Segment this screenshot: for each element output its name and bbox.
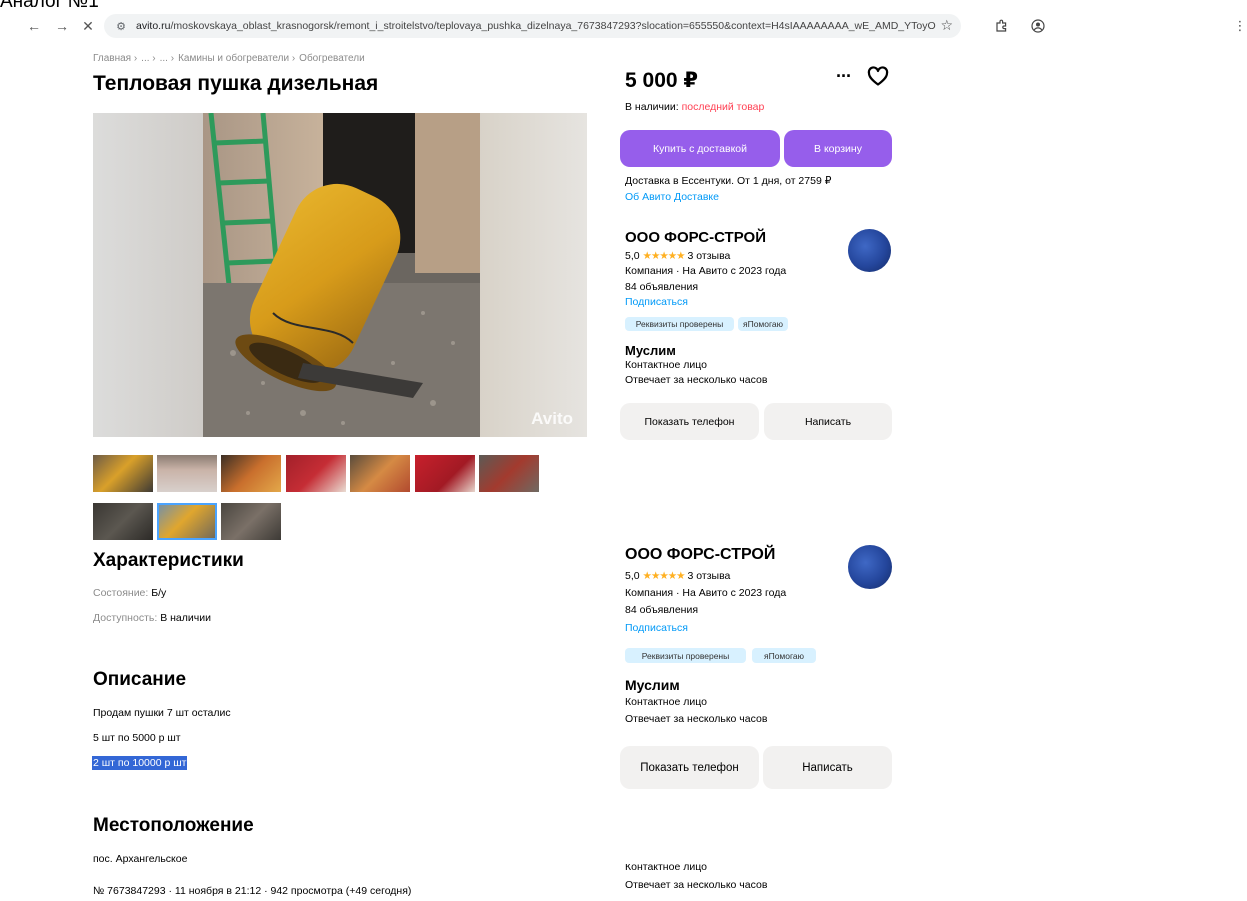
thumbnail[interactable] <box>286 455 346 492</box>
main-photo[interactable]: Avito <box>93 113 587 437</box>
characteristics-heading: Характеристики <box>93 550 244 571</box>
location-heading: Местоположение <box>93 815 254 836</box>
contact-role: Контактное лицо <box>625 696 707 708</box>
seller-avatar[interactable] <box>848 545 892 589</box>
contact-role: Контактное лицо <box>625 359 707 371</box>
site-settings-icon[interactable]: ⚙ <box>110 18 132 34</box>
write-message-button[interactable]: Написать <box>764 403 892 440</box>
url-text[interactable]: avito.ru/moskovskaya_oblast_krasnogorsk/… <box>136 20 936 32</box>
thumbnail[interactable] <box>479 455 539 492</box>
seller-avatar[interactable] <box>848 229 891 272</box>
breadcrumb-item[interactable]: Главная › <box>93 53 137 64</box>
response-time: Отвечает за несколько часов <box>625 374 768 386</box>
thumbnail[interactable] <box>415 455 475 492</box>
reviews-link[interactable]: 3 отзыва <box>688 570 731 582</box>
close-icon[interactable]: ✕ <box>76 12 100 40</box>
arrow-right-icon[interactable]: → <box>50 12 74 40</box>
seller-name[interactable]: ООО ФОРС-СТРОЙ <box>625 229 766 246</box>
help-badge: яПомогаю <box>738 317 788 331</box>
bookmark-star-icon[interactable]: ☆ <box>940 17 953 34</box>
thumbnail-selected[interactable] <box>157 503 217 540</box>
show-phone-button[interactable]: Показать телефон <box>620 403 759 440</box>
rating-stars-icon: ★★★★★ <box>642 250 686 262</box>
rating-value: 5,0 <box>625 250 640 262</box>
characteristic-condition: Состояние: Б/у <box>93 587 166 599</box>
arrow-left-icon[interactable]: ← <box>22 12 46 40</box>
seller-ads-count[interactable]: 84 объявления <box>625 281 698 293</box>
rating-value: 5,0 <box>625 570 640 582</box>
breadcrumb-item[interactable]: ... › <box>160 53 174 64</box>
description-line-selected: 2 шт по 10000 р шт <box>92 756 188 770</box>
breadcrumb-item[interactable]: Камины и обогреватели › <box>178 53 295 64</box>
favorite-heart-icon[interactable] <box>866 64 890 88</box>
seller-ads-count[interactable]: 84 объявления <box>625 604 698 616</box>
contact-name: Муслим <box>625 677 680 693</box>
stock-value: последний товар <box>681 101 765 113</box>
seller-company-line: Компания · На Авито с 2023 года <box>625 265 787 277</box>
profile-icon[interactable] <box>1028 16 1048 36</box>
seller-name[interactable]: ООО ФОРС-СТРОЙ <box>625 546 775 564</box>
extensions-icon[interactable] <box>991 16 1011 36</box>
stock-label: В наличии: <box>625 101 679 113</box>
contact-role-cut: Контактное лицо <box>625 864 707 873</box>
more-options-icon[interactable]: ··· <box>836 66 852 87</box>
help-badge: яПомогаю <box>752 648 816 663</box>
characteristic-value: В наличии <box>160 612 211 624</box>
address-bar[interactable]: ⚙ avito.ru/moskovskaya_oblast_krasnogors… <box>104 14 961 38</box>
buy-with-delivery-button[interactable]: Купить с доставкой <box>620 130 780 167</box>
show-phone-button[interactable]: Показать телефон <box>620 746 759 789</box>
breadcrumb-item[interactable]: ... › <box>141 53 155 64</box>
verified-badge: Реквизиты проверены <box>625 648 746 663</box>
menu-kebab-icon[interactable]: ⋮ <box>1230 16 1247 36</box>
description-line: Продам пушки 7 шт осталис <box>93 707 231 719</box>
thumbnail[interactable] <box>350 455 410 492</box>
url-host: avito.ru <box>136 20 171 32</box>
reviews-link[interactable]: 3 отзыва <box>688 250 731 262</box>
thumbnail[interactable] <box>93 503 153 540</box>
characteristic-availability: Доступность: В наличии <box>93 612 211 624</box>
description-heading: Описание <box>93 669 187 690</box>
seller-rating: 5,0 ★★★★★ 3 отзыва <box>625 250 730 262</box>
seller-company-line: Компания · На Авито с 2023 года <box>625 587 787 599</box>
thumbnail[interactable] <box>221 503 281 540</box>
thumbnail[interactable] <box>93 455 153 492</box>
breadcrumb-item[interactable]: Обогреватели <box>299 53 365 64</box>
watermark: Avito <box>531 409 573 428</box>
characteristic-key: Состояние: <box>93 587 149 599</box>
price: 5 000 ₽ <box>625 69 698 92</box>
description-line: 5 шт по 5000 р шт <box>93 732 181 744</box>
subscribe-link[interactable]: Подписаться <box>625 622 688 634</box>
listing-meta: № 7673847293 · 11 ноября в 21:12 · 942 п… <box>93 885 412 897</box>
delivery-info: Доставка в Ессентуки. От 1 дня, от 2759 … <box>625 175 832 187</box>
rating-stars-icon: ★★★★★ <box>642 570 686 582</box>
contact-name: Муслим <box>625 343 676 358</box>
page-title: Тепловая пушка дизельная <box>93 72 379 95</box>
seller-rating: 5,0 ★★★★★ 3 отзыва <box>625 570 730 582</box>
characteristic-value: Б/у <box>151 587 167 599</box>
blank-panel <box>1025 543 1247 901</box>
browser-toolbar: ← → ✕ ⚙ avito.ru/moskovskaya_oblast_kras… <box>0 12 1247 40</box>
url-path: /moskovskaya_oblast_krasnogorsk/remont_i… <box>170 20 936 32</box>
breadcrumb: Главная › ... › ... › Камины и обогреватели… <box>93 53 369 64</box>
characteristic-key: Доступность: <box>93 612 158 624</box>
write-message-button[interactable]: Написать <box>763 746 892 789</box>
verified-badge: Реквизиты проверены <box>625 317 734 331</box>
thumbnail[interactable] <box>221 455 281 492</box>
subscribe-link[interactable]: Подписаться <box>625 296 688 308</box>
stock-status: В наличии: последний товар <box>625 101 764 113</box>
thumbnail[interactable] <box>157 455 217 492</box>
response-time: Отвечает за несколько часов <box>625 713 768 725</box>
about-delivery-link[interactable]: Об Авито Доставке <box>625 191 719 203</box>
response-time: Отвечает за несколько часов <box>625 879 768 891</box>
location-address: пос. Архангельское <box>93 853 188 865</box>
add-to-cart-button[interactable]: В корзину <box>784 130 892 167</box>
